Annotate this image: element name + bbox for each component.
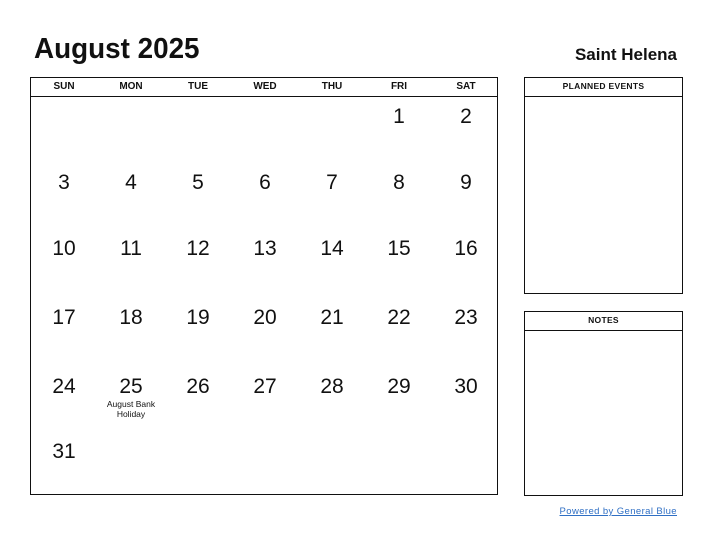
weekday-fri: FRI [390,81,408,92]
day-cell: 16 [441,237,491,261]
day-number: 7 [326,171,338,194]
weekday-header: SUN MON TUE WED THU FRI SAT [31,78,497,97]
day-cell: 1 [374,105,424,129]
weekday-sun: SUN [53,81,75,92]
planned-events-heading: PLANNED EVENTS [525,78,682,97]
day-cell: 21 [307,306,357,330]
day-number: 23 [454,306,478,329]
day-number: 6 [259,171,271,194]
powered-by-link[interactable]: Powered by General Blue [560,506,677,517]
day-cell: 11 [106,237,156,261]
day-number: 4 [125,171,137,194]
day-number: 20 [253,306,277,329]
weekday-thu: THU [321,81,343,92]
day-cell: 6 [240,171,290,195]
holiday-label: August Bank Holiday [106,399,156,419]
day-number: 24 [52,375,76,398]
day-number: 28 [320,375,344,398]
notes-panel: NOTES [524,311,683,496]
day-cell: 23 [441,306,491,330]
day-number: 10 [52,237,76,260]
day-cell: 24 [39,375,89,399]
day-cell: 8 [374,171,424,195]
day-number: 17 [52,306,76,329]
day-number: 31 [52,440,76,463]
weekday-tue: TUE [188,81,208,92]
day-number: 12 [186,237,210,260]
day-cell: 27 [240,375,290,399]
day-cell: 20 [240,306,290,330]
day-number: 16 [454,237,478,260]
day-number: 8 [393,171,405,194]
day-cell: 19 [173,306,223,330]
day-number: 14 [320,237,344,260]
day-cell: 15 [374,237,424,261]
notes-heading: NOTES [525,312,682,331]
day-cell: 25 August Bank Holiday [106,375,156,419]
day-cell: 7 [307,171,357,195]
calendar-grid: SUN MON TUE WED THU FRI SAT 1 2 3 4 5 6 7 8 9 10 11 12 13 1… [30,77,498,495]
day-cell: 4 [106,171,156,195]
day-number: 3 [58,171,70,194]
day-number: 19 [186,306,210,329]
day-number: 13 [253,237,277,260]
day-cell: 5 [173,171,223,195]
day-number: 15 [387,237,411,260]
day-cell: 18 [106,306,156,330]
day-number: 26 [186,375,210,398]
day-number: 1 [393,105,405,128]
planned-events-panel: PLANNED EVENTS [524,77,683,294]
day-cell: 29 [374,375,424,399]
day-number: 11 [120,237,142,260]
weekday-sat: SAT [456,81,476,92]
day-cell: 13 [240,237,290,261]
country-label: Saint Helena [574,45,677,64]
day-cell: 26 [173,375,223,399]
day-cell: 17 [39,306,89,330]
day-number: 22 [387,306,411,329]
day-number: 21 [320,306,344,329]
day-cell: 28 [307,375,357,399]
day-cell: 12 [173,237,223,261]
day-number: 9 [460,171,472,194]
day-cell: 31 [39,440,89,464]
day-cell: 14 [307,237,357,261]
day-cell: 22 [374,306,424,330]
weekday-wed: WED [253,81,277,92]
day-cell: 2 [441,105,491,129]
page-title: August 2025 [34,33,200,65]
day-number: 5 [192,171,204,194]
day-number: 18 [119,306,143,329]
day-cell: 3 [39,171,89,195]
weekday-mon: MON [119,81,143,92]
day-number: 29 [387,375,411,398]
day-number: 25 [119,375,143,398]
day-number: 30 [454,375,478,398]
day-number: 27 [253,375,277,398]
day-cell: 10 [39,237,89,261]
day-number: 2 [460,105,472,128]
day-cell: 30 [441,375,491,399]
day-cell: 9 [441,171,491,195]
